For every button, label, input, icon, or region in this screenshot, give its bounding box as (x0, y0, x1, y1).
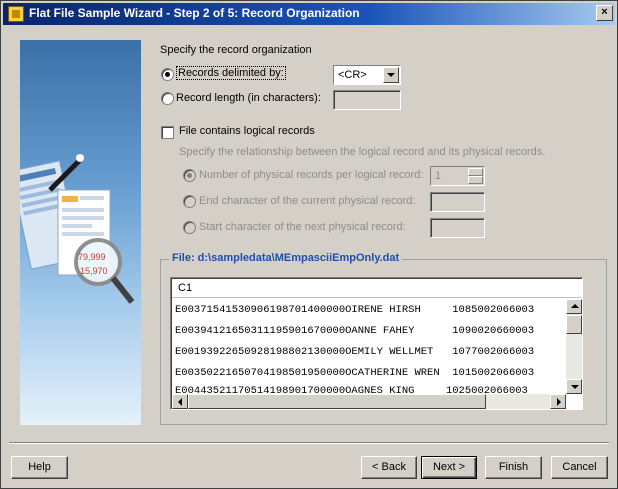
back-button[interactable]: < Back (361, 456, 417, 479)
table-row: E00443521170514198901700000OAGNES KING 1… (175, 385, 528, 394)
delimiter-select[interactable]: <CR> (333, 65, 401, 85)
app-icon (8, 6, 24, 22)
art-number-1: 79,999 (78, 252, 106, 262)
file-title: File: d:\sampledata\MEmpasciiEmpOnly.dat (169, 252, 403, 264)
column-header[interactable]: C1 (172, 279, 581, 298)
records-delimited-radio[interactable] (161, 68, 174, 81)
table-row: E00350221650704198501950000OCATHERINE WR… (175, 367, 535, 379)
record-length-label[interactable]: Record length (in characters): (176, 92, 321, 104)
logical-description: Specify the relationship between the log… (179, 146, 546, 158)
title-bar: Flat File Sample Wizard - Step 2 of 5: R… (3, 3, 615, 25)
footer-separator (9, 442, 609, 444)
delimiter-value: <CR> (338, 69, 367, 81)
spin-up-icon[interactable] (468, 168, 483, 176)
finish-button[interactable]: Finish (485, 456, 542, 479)
table-row: E00394121650311195901670000OANNE FAHEY 1… (175, 325, 535, 337)
horizontal-scroll-thumb[interactable] (188, 394, 486, 409)
window-title: Flat File Sample Wizard - Step 2 of 5: R… (29, 6, 360, 20)
num-physical-stepper[interactable]: 1 (430, 166, 485, 186)
end-char-label: End character of the current physical re… (199, 195, 416, 207)
start-char-label: Start character of the next physical rec… (199, 221, 406, 233)
logical-records-label[interactable]: File contains logical records (179, 125, 315, 137)
scroll-left-icon (178, 398, 182, 406)
column-header-label: C1 (178, 282, 193, 294)
next-button[interactable]: Next > (421, 456, 477, 479)
scroll-up-icon (571, 304, 579, 308)
help-button[interactable]: Help (11, 456, 68, 479)
table-row: E00193922650928198802130000OEMILY WELLME… (175, 346, 535, 358)
end-char-field[interactable] (430, 192, 485, 212)
record-length-radio[interactable] (161, 92, 174, 105)
wizard-window: Flat File Sample Wizard - Step 2 of 5: R… (0, 0, 618, 489)
logical-records-checkbox[interactable] (161, 126, 174, 139)
scroll-right-button[interactable] (550, 394, 566, 409)
spin-down-icon[interactable] (468, 176, 483, 184)
table-row: E00371541530906198701400000OIRENE HIRSH … (175, 304, 535, 316)
scroll-left-button[interactable] (172, 394, 188, 409)
start-char-radio[interactable] (183, 221, 196, 234)
end-char-radio[interactable] (183, 195, 196, 208)
scroll-down-icon (571, 385, 579, 389)
chevron-down-icon[interactable] (383, 67, 399, 83)
num-physical-radio[interactable] (183, 169, 196, 182)
start-char-field[interactable] (430, 218, 485, 238)
num-physical-value: 1 (435, 170, 442, 182)
num-physical-label: Number of physical records per logical r… (199, 169, 424, 181)
organization-heading: Specify the record organization (160, 44, 312, 56)
scroll-right-icon (557, 398, 561, 406)
illustration-graphic: 79,999 15,970 (20, 154, 135, 304)
scroll-down-button[interactable] (566, 379, 582, 394)
wizard-illustration: 79,999 15,970 (20, 40, 141, 425)
art-number-2: 15,970 (80, 266, 108, 276)
record-length-field[interactable] (333, 90, 401, 110)
scroll-up-button[interactable] (566, 299, 582, 314)
records-delimited-label[interactable]: Records delimited by: (176, 66, 286, 80)
vertical-scroll-thumb[interactable] (566, 315, 582, 334)
close-button[interactable]: × (596, 5, 613, 21)
cancel-button[interactable]: Cancel (551, 456, 608, 479)
